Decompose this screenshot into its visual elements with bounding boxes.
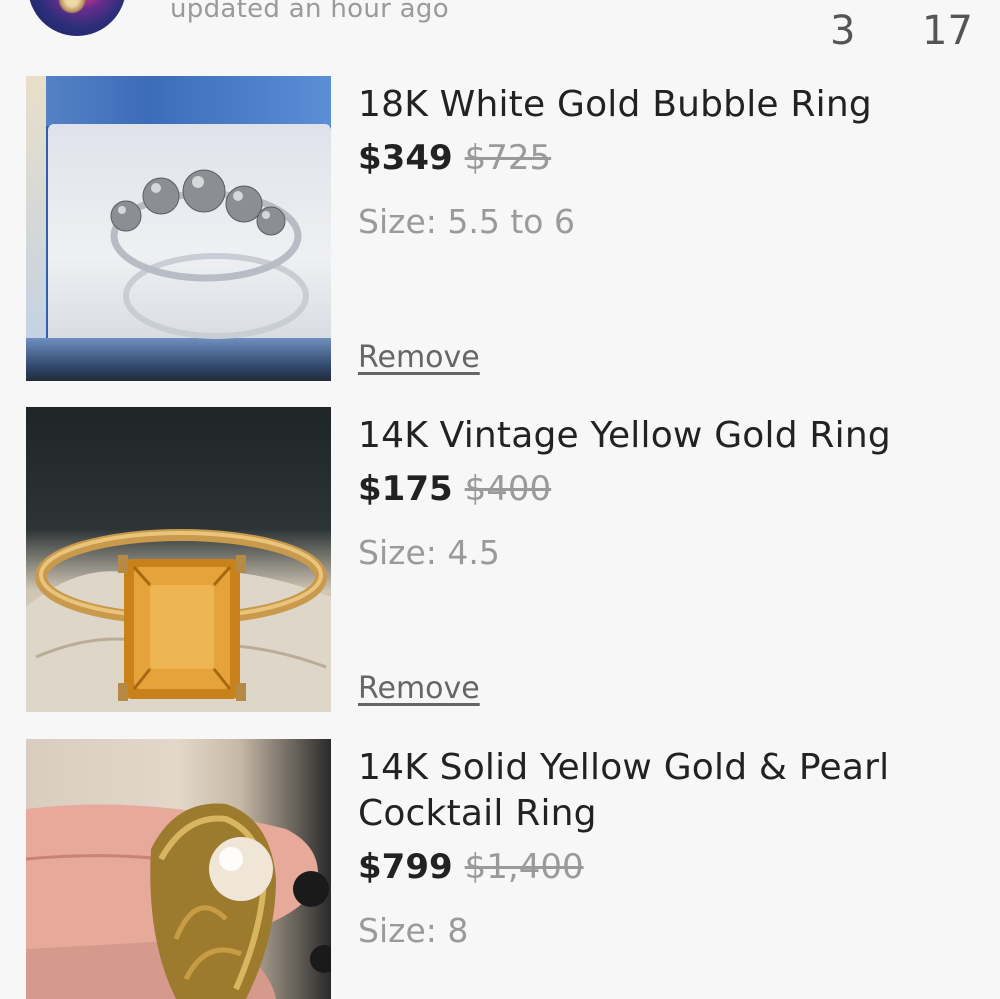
item-price: $349 <box>358 138 453 178</box>
size-label: Size: <box>358 911 437 950</box>
item-thumbnail[interactable] <box>26 407 331 712</box>
size-label: Size: <box>358 533 437 572</box>
size-value: 5.5 to 6 <box>447 202 575 241</box>
item-title-line: Cocktail Ring <box>358 793 597 834</box>
item-size: Size: 5.5 to 6 <box>358 202 960 241</box>
comments-count[interactable]: 3 <box>830 8 855 54</box>
item-price: $175 <box>358 469 453 509</box>
updated-timestamp: updated an hour ago <box>170 0 449 24</box>
seller-avatar[interactable] <box>28 0 126 36</box>
item-prices: $349 $725 <box>358 138 960 178</box>
item-title-line: 14K Solid Yellow Gold & Pearl <box>358 747 890 788</box>
likes-count[interactable]: 17 <box>922 8 973 54</box>
item-original-price: $400 <box>464 469 552 509</box>
item-info: 14K Vintage Yellow Gold Ring $175 $400 Si… <box>358 413 960 572</box>
item-title[interactable]: 14K Vintage Yellow Gold Ring <box>358 413 960 459</box>
item-info: 14K Solid Yellow Gold & Pearl Cocktail R… <box>358 745 960 950</box>
item-original-price: $725 <box>464 138 552 178</box>
item-thumbnail[interactable] <box>26 739 331 999</box>
item-prices: $799 $1,400 <box>358 847 960 887</box>
item-size: Size: 8 <box>358 911 960 950</box>
remove-link[interactable]: Remove <box>358 671 480 706</box>
size-value: 8 <box>447 911 469 950</box>
size-value: 4.5 <box>447 533 500 572</box>
item-size: Size: 4.5 <box>358 533 960 572</box>
item-info: 18K White Gold Bubble Ring $349 $725 Size… <box>358 82 960 241</box>
listing-header: updated an hour ago 3 17 <box>0 0 1000 60</box>
size-label: Size: <box>358 202 437 241</box>
item-title[interactable]: 14K Solid Yellow Gold & Pearl Cocktail R… <box>358 745 960 837</box>
remove-link[interactable]: Remove <box>358 340 480 375</box>
item-original-price: $1,400 <box>464 847 584 887</box>
item-prices: $175 $400 <box>358 469 960 509</box>
item-thumbnail[interactable] <box>26 76 331 381</box>
item-price: $799 <box>358 847 453 887</box>
item-title[interactable]: 18K White Gold Bubble Ring <box>358 82 960 128</box>
